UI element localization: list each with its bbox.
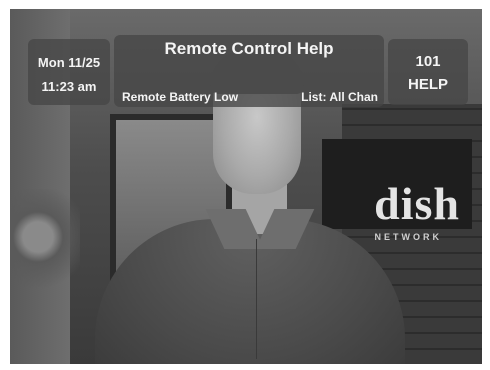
osd-channel-name: HELP (407, 76, 448, 93)
presenter-shirt-placket (256, 239, 261, 359)
tv-screen: dish NETWORK Mon 11/25 11:23 am Remote C… (10, 9, 482, 364)
osd-channel-list: List: All Chan (301, 90, 378, 104)
osd-date: Mon 11/25 (37, 55, 101, 70)
osd-date-time-box: Mon 11/25 11:23 am (28, 39, 110, 105)
dish-network-logo: dish (374, 178, 460, 229)
osd-program-title: Remote Control Help (164, 39, 334, 58)
osd-program-info-box: Remote Control Help Remote Battery Low L… (114, 35, 384, 107)
dish-network-logo-subtext: NETWORK (374, 232, 442, 242)
osd-channel-number: 101 (415, 53, 441, 70)
osd-time: 11:23 am (41, 79, 97, 94)
background-plant (10, 189, 80, 309)
osd-channel-box: 101 HELP (388, 39, 468, 105)
osd-battery-status: Remote Battery Low (122, 90, 239, 104)
